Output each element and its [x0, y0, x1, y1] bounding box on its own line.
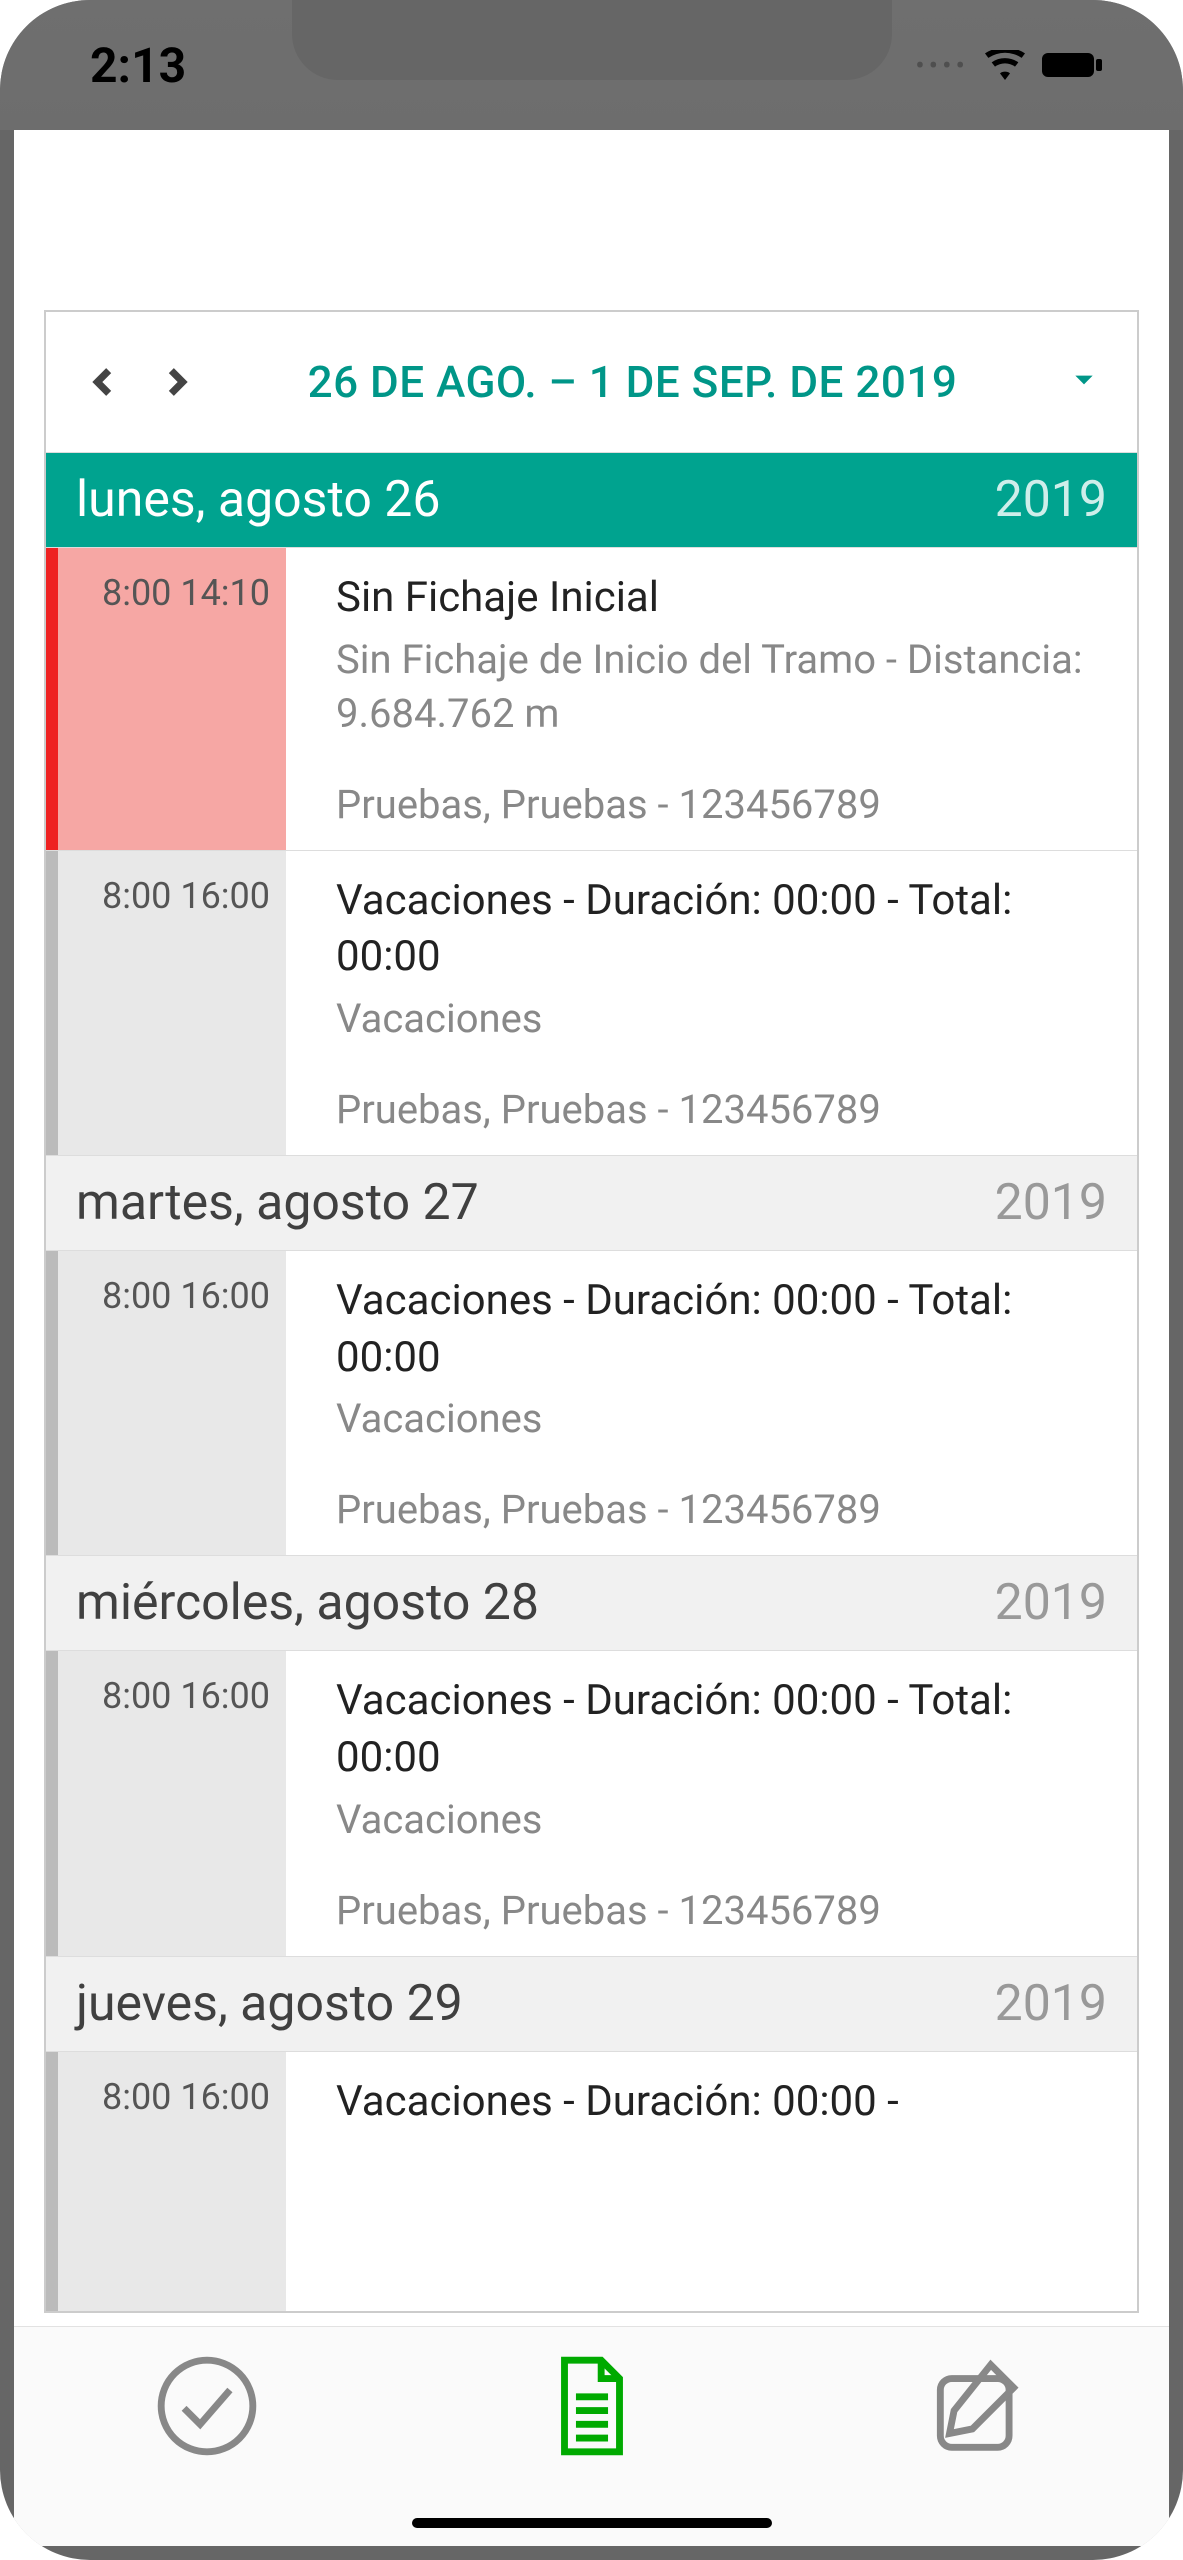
entry-time: 8:00 16:00 — [58, 1651, 286, 1955]
nav-arrows — [86, 365, 194, 399]
entry-time: 8:00 14:10 — [58, 548, 286, 850]
entry-stripe — [46, 2052, 58, 2311]
day-year: 2019 — [995, 1174, 1107, 1232]
entry-body: Sin Fichaje Inicial Sin Fichaje de Inicio… — [286, 548, 1137, 850]
entry-title: Vacaciones - Duración: 00:00 - Total: 00… — [336, 873, 1107, 986]
entry-stripe — [46, 1651, 58, 1955]
battery-icon — [1041, 51, 1103, 79]
status-time: 2:13 — [90, 37, 186, 94]
entry-title: Sin Fichaje Inicial — [336, 570, 1107, 627]
phone-frame: 2:13 •••• 26 DE AGO. — [0, 0, 1183, 2560]
status-right: •••• — [915, 49, 1103, 82]
entry-time: 8:00 16:00 — [58, 2052, 286, 2311]
agenda-entry[interactable]: 8:00 16:00 Vacaciones - Duración: 00:00 -… — [46, 850, 1137, 1155]
day-header[interactable]: martes, agosto 27 2019 — [46, 1155, 1137, 1250]
day-year: 2019 — [995, 1975, 1107, 2033]
entry-footer: Pruebas, Pruebas - 123456789 — [336, 741, 1107, 828]
entry-body: Vacaciones - Duración: 00:00 - Total: 00… — [286, 1251, 1137, 1555]
approve-tab[interactable] — [152, 2351, 262, 2461]
day-name: lunes, agosto 26 — [76, 471, 440, 529]
entry-stripe — [46, 851, 58, 1155]
next-week-button[interactable] — [160, 365, 194, 399]
entry-title: Vacaciones - Duración: 00:00 - — [336, 2074, 1107, 2131]
day-name: jueves, agosto 29 — [76, 1975, 463, 2033]
entry-subtitle: Vacaciones — [336, 1392, 1107, 1446]
date-range-label[interactable]: 26 DE AGO. – 1 DE SEP. DE 2019 — [214, 356, 1051, 408]
entry-subtitle: Sin Fichaje de Inicio del Tramo - Distan… — [336, 633, 1107, 741]
agenda-card: 26 DE AGO. – 1 DE SEP. DE 2019 lunes, ag… — [44, 310, 1139, 2313]
day-header[interactable]: lunes, agosto 26 2019 — [46, 452, 1137, 547]
more-dots-icon: •••• — [915, 49, 969, 82]
agenda-entry[interactable]: 8:00 16:00 Vacaciones - Duración: 00:00 -… — [46, 1250, 1137, 1555]
entry-subtitle: Vacaciones — [336, 992, 1107, 1046]
edit-tab[interactable] — [922, 2351, 1032, 2461]
wifi-icon — [985, 50, 1025, 80]
entry-footer: Pruebas, Pruebas - 123456789 — [336, 1046, 1107, 1133]
day-header[interactable]: jueves, agosto 29 2019 — [46, 1956, 1137, 2051]
agenda-list[interactable]: lunes, agosto 2620198:00 14:10Sin Fichaj… — [46, 452, 1137, 2311]
agenda-entry[interactable]: 8:00 16:00 Vacaciones - Duración: 00:00 -… — [46, 1650, 1137, 1955]
screen: 26 DE AGO. – 1 DE SEP. DE 2019 lunes, ag… — [14, 130, 1169, 2546]
day-header[interactable]: miércoles, agosto 28 2019 — [46, 1555, 1137, 1650]
day-name: miércoles, agosto 28 — [76, 1574, 539, 1632]
prev-week-button[interactable] — [86, 365, 120, 399]
entry-body: Vacaciones - Duración: 00:00 - Total: 00… — [286, 851, 1137, 1155]
agenda-entry[interactable]: 8:00 14:10Sin Fichaje InicialSin Fichaje… — [46, 547, 1137, 850]
agenda-entry[interactable]: 8:00 16:00 Vacaciones - Duración: 00:00 - — [46, 2051, 1137, 2311]
entry-time: 8:00 16:00 — [58, 851, 286, 1155]
entry-subtitle: Vacaciones — [336, 1793, 1107, 1847]
range-dropdown-icon[interactable] — [1071, 367, 1097, 397]
day-name: martes, agosto 27 — [76, 1174, 479, 1232]
home-indicator[interactable] — [412, 2518, 772, 2528]
entry-time: 8:00 16:00 — [58, 1251, 286, 1555]
entry-footer: Pruebas, Pruebas - 123456789 — [336, 1446, 1107, 1533]
notch — [292, 0, 892, 80]
entry-body: Vacaciones - Duración: 00:00 - — [286, 2052, 1137, 2311]
entry-stripe — [46, 1251, 58, 1555]
entry-footer: Pruebas, Pruebas - 123456789 — [336, 1847, 1107, 1934]
date-range-bar: 26 DE AGO. – 1 DE SEP. DE 2019 — [46, 312, 1137, 452]
entry-body: Vacaciones - Duración: 00:00 - Total: 00… — [286, 1651, 1137, 1955]
status-bar: 2:13 •••• — [0, 0, 1183, 130]
bottom-toolbar — [14, 2326, 1169, 2546]
entry-title: Vacaciones - Duración: 00:00 - Total: 00… — [336, 1673, 1107, 1786]
entry-stripe — [46, 548, 58, 850]
entry-title: Vacaciones - Duración: 00:00 - Total: 00… — [336, 1273, 1107, 1386]
document-tab[interactable] — [537, 2351, 647, 2461]
day-year: 2019 — [995, 471, 1107, 529]
day-year: 2019 — [995, 1574, 1107, 1632]
